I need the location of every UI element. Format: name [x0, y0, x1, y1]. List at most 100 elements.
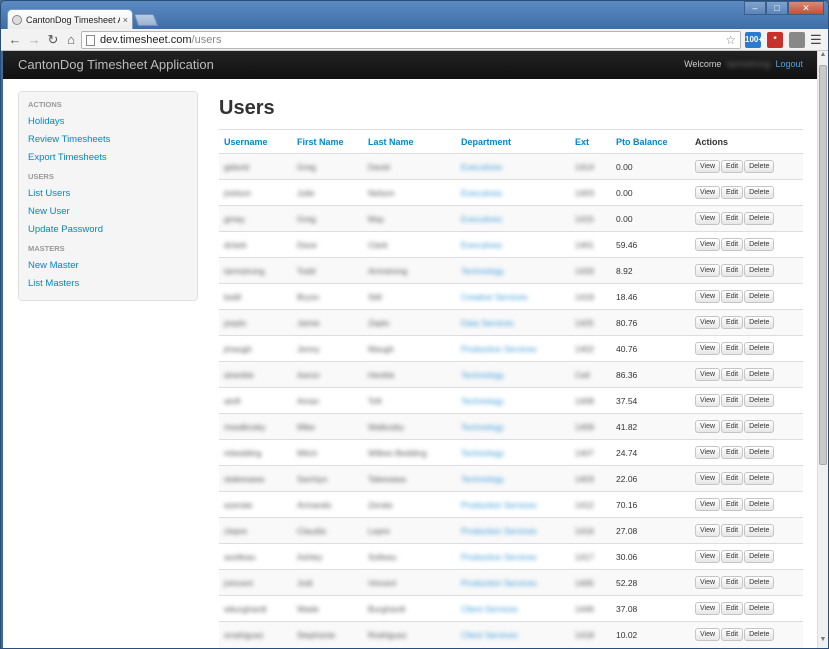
new-tab-button[interactable]	[133, 14, 159, 26]
cell-department[interactable]: Client Services	[461, 604, 518, 614]
view-button[interactable]: View	[695, 602, 721, 615]
app-brand[interactable]: CantonDog Timesheet Application	[18, 57, 214, 72]
edit-button[interactable]: Edit	[721, 186, 744, 199]
cell-department[interactable]: Executives	[461, 240, 502, 250]
address-bar[interactable]: dev.timesheet.com/users ☆	[81, 31, 741, 49]
view-button[interactable]: View	[695, 264, 721, 277]
cell-department[interactable]: Technology	[461, 396, 504, 406]
cell-department[interactable]: Technology	[461, 266, 504, 276]
cell-department[interactable]: Technology	[461, 370, 504, 380]
sidebar-item-review-timesheets[interactable]: Review Timesheets	[28, 134, 197, 145]
column-header-last-name[interactable]: Last Name	[363, 129, 456, 154]
column-header-department[interactable]: Department	[456, 129, 570, 154]
edit-button[interactable]: Edit	[721, 394, 744, 407]
edit-button[interactable]: Edit	[721, 446, 744, 459]
cell-department[interactable]: Technology	[461, 422, 504, 432]
cell-department[interactable]: Client Services	[461, 630, 518, 640]
cell-department[interactable]: Production Services	[461, 526, 537, 536]
cell-department[interactable]: Production Services	[461, 552, 537, 562]
delete-button[interactable]: Delete	[744, 290, 775, 303]
column-header-first-name[interactable]: First Name	[292, 129, 363, 154]
view-button[interactable]: View	[695, 472, 721, 485]
close-window-button[interactable]: ✕	[788, 1, 824, 15]
maximize-button[interactable]: □	[766, 1, 788, 15]
browser-menu-icon[interactable]: ☰	[810, 32, 822, 48]
delete-button[interactable]: Delete	[744, 550, 775, 563]
scrollbar-thumb[interactable]	[819, 65, 827, 465]
cell-department[interactable]: Data Services	[461, 318, 514, 328]
delete-button[interactable]: Delete	[744, 238, 775, 251]
sidebar-item-holidays[interactable]: Holidays	[28, 116, 197, 127]
view-button[interactable]: View	[695, 628, 721, 642]
delete-button[interactable]: Delete	[744, 342, 775, 355]
edit-button[interactable]: Edit	[721, 602, 744, 615]
delete-button[interactable]: Delete	[744, 316, 775, 329]
cell-department[interactable]: Production Services	[461, 500, 537, 510]
bookmark-star-icon[interactable]: ☆	[725, 32, 736, 48]
view-button[interactable]: View	[695, 576, 721, 589]
scroll-down-icon[interactable]: ▼	[818, 636, 828, 648]
view-button[interactable]: View	[695, 160, 721, 173]
view-button[interactable]: View	[695, 342, 721, 355]
cell-department[interactable]: Technology	[461, 448, 504, 458]
sidebar-item-list-users[interactable]: List Users	[28, 188, 197, 199]
view-button[interactable]: View	[695, 524, 721, 537]
column-header-pto-balance[interactable]: Pto Balance	[611, 129, 690, 154]
logout-link[interactable]: Logout	[775, 59, 803, 69]
cell-department[interactable]: Executives	[461, 162, 502, 172]
view-button[interactable]: View	[695, 446, 721, 459]
edit-button[interactable]: Edit	[721, 368, 744, 381]
scroll-up-icon[interactable]: ▲	[818, 51, 828, 63]
edit-button[interactable]: Edit	[721, 316, 744, 329]
edit-button[interactable]: Edit	[721, 576, 744, 589]
view-button[interactable]: View	[695, 290, 721, 303]
cell-department[interactable]: Technology	[461, 474, 504, 484]
view-button[interactable]: View	[695, 394, 721, 407]
column-header-ext[interactable]: Ext	[570, 129, 611, 154]
delete-button[interactable]: Delete	[744, 368, 775, 381]
delete-button[interactable]: Delete	[744, 186, 775, 199]
vertical-scrollbar[interactable]: ▲ ▼	[817, 51, 828, 648]
edit-button[interactable]: Edit	[721, 524, 744, 537]
cell-department[interactable]: Executives	[461, 188, 502, 198]
cell-department[interactable]: Executives	[461, 214, 502, 224]
tab-close-icon[interactable]: ×	[123, 15, 128, 25]
sidebar-item-update-password[interactable]: Update Password	[28, 224, 197, 235]
cell-department[interactable]: Creative Services	[461, 292, 528, 302]
edit-button[interactable]: Edit	[721, 420, 744, 433]
home-icon[interactable]: ⌂	[63, 32, 79, 48]
column-header-username[interactable]: Username	[219, 129, 292, 154]
edit-button[interactable]: Edit	[721, 160, 744, 173]
view-button[interactable]: View	[695, 212, 721, 225]
sidebar-item-new-user[interactable]: New User	[28, 206, 197, 217]
delete-button[interactable]: Delete	[744, 394, 775, 407]
delete-button[interactable]: Delete	[744, 524, 775, 537]
cell-department[interactable]: Production Services	[461, 578, 537, 588]
extension-counter-icon[interactable]: 100+	[745, 32, 763, 48]
view-button[interactable]: View	[695, 498, 721, 511]
view-button[interactable]: View	[695, 238, 721, 251]
delete-button[interactable]: Delete	[744, 602, 775, 615]
delete-button[interactable]: Delete	[744, 446, 775, 459]
delete-button[interactable]: Delete	[744, 160, 775, 173]
extension-briefcase-icon[interactable]	[789, 32, 805, 48]
view-button[interactable]: View	[695, 368, 721, 381]
edit-button[interactable]: Edit	[721, 290, 744, 303]
minimize-button[interactable]: –	[744, 1, 766, 15]
browser-tab[interactable]: CantonDog Timesheet Ap ×	[7, 9, 133, 29]
view-button[interactable]: View	[695, 420, 721, 433]
view-button[interactable]: View	[695, 186, 721, 199]
back-arrow-icon[interactable]: ←	[7, 32, 23, 48]
edit-button[interactable]: Edit	[721, 498, 744, 511]
sidebar-item-export-timesheets[interactable]: Export Timesheets	[28, 152, 197, 163]
edit-button[interactable]: Edit	[721, 238, 744, 251]
edit-button[interactable]: Edit	[721, 212, 744, 225]
cell-department[interactable]: Production Services	[461, 344, 537, 354]
delete-button[interactable]: Delete	[744, 498, 775, 511]
delete-button[interactable]: Delete	[744, 212, 775, 225]
delete-button[interactable]: Delete	[744, 264, 775, 277]
view-button[interactable]: View	[695, 550, 721, 563]
view-button[interactable]: View	[695, 316, 721, 329]
sidebar-item-list-masters[interactable]: List Masters	[28, 278, 197, 289]
reload-icon[interactable]: ↻	[45, 32, 61, 48]
